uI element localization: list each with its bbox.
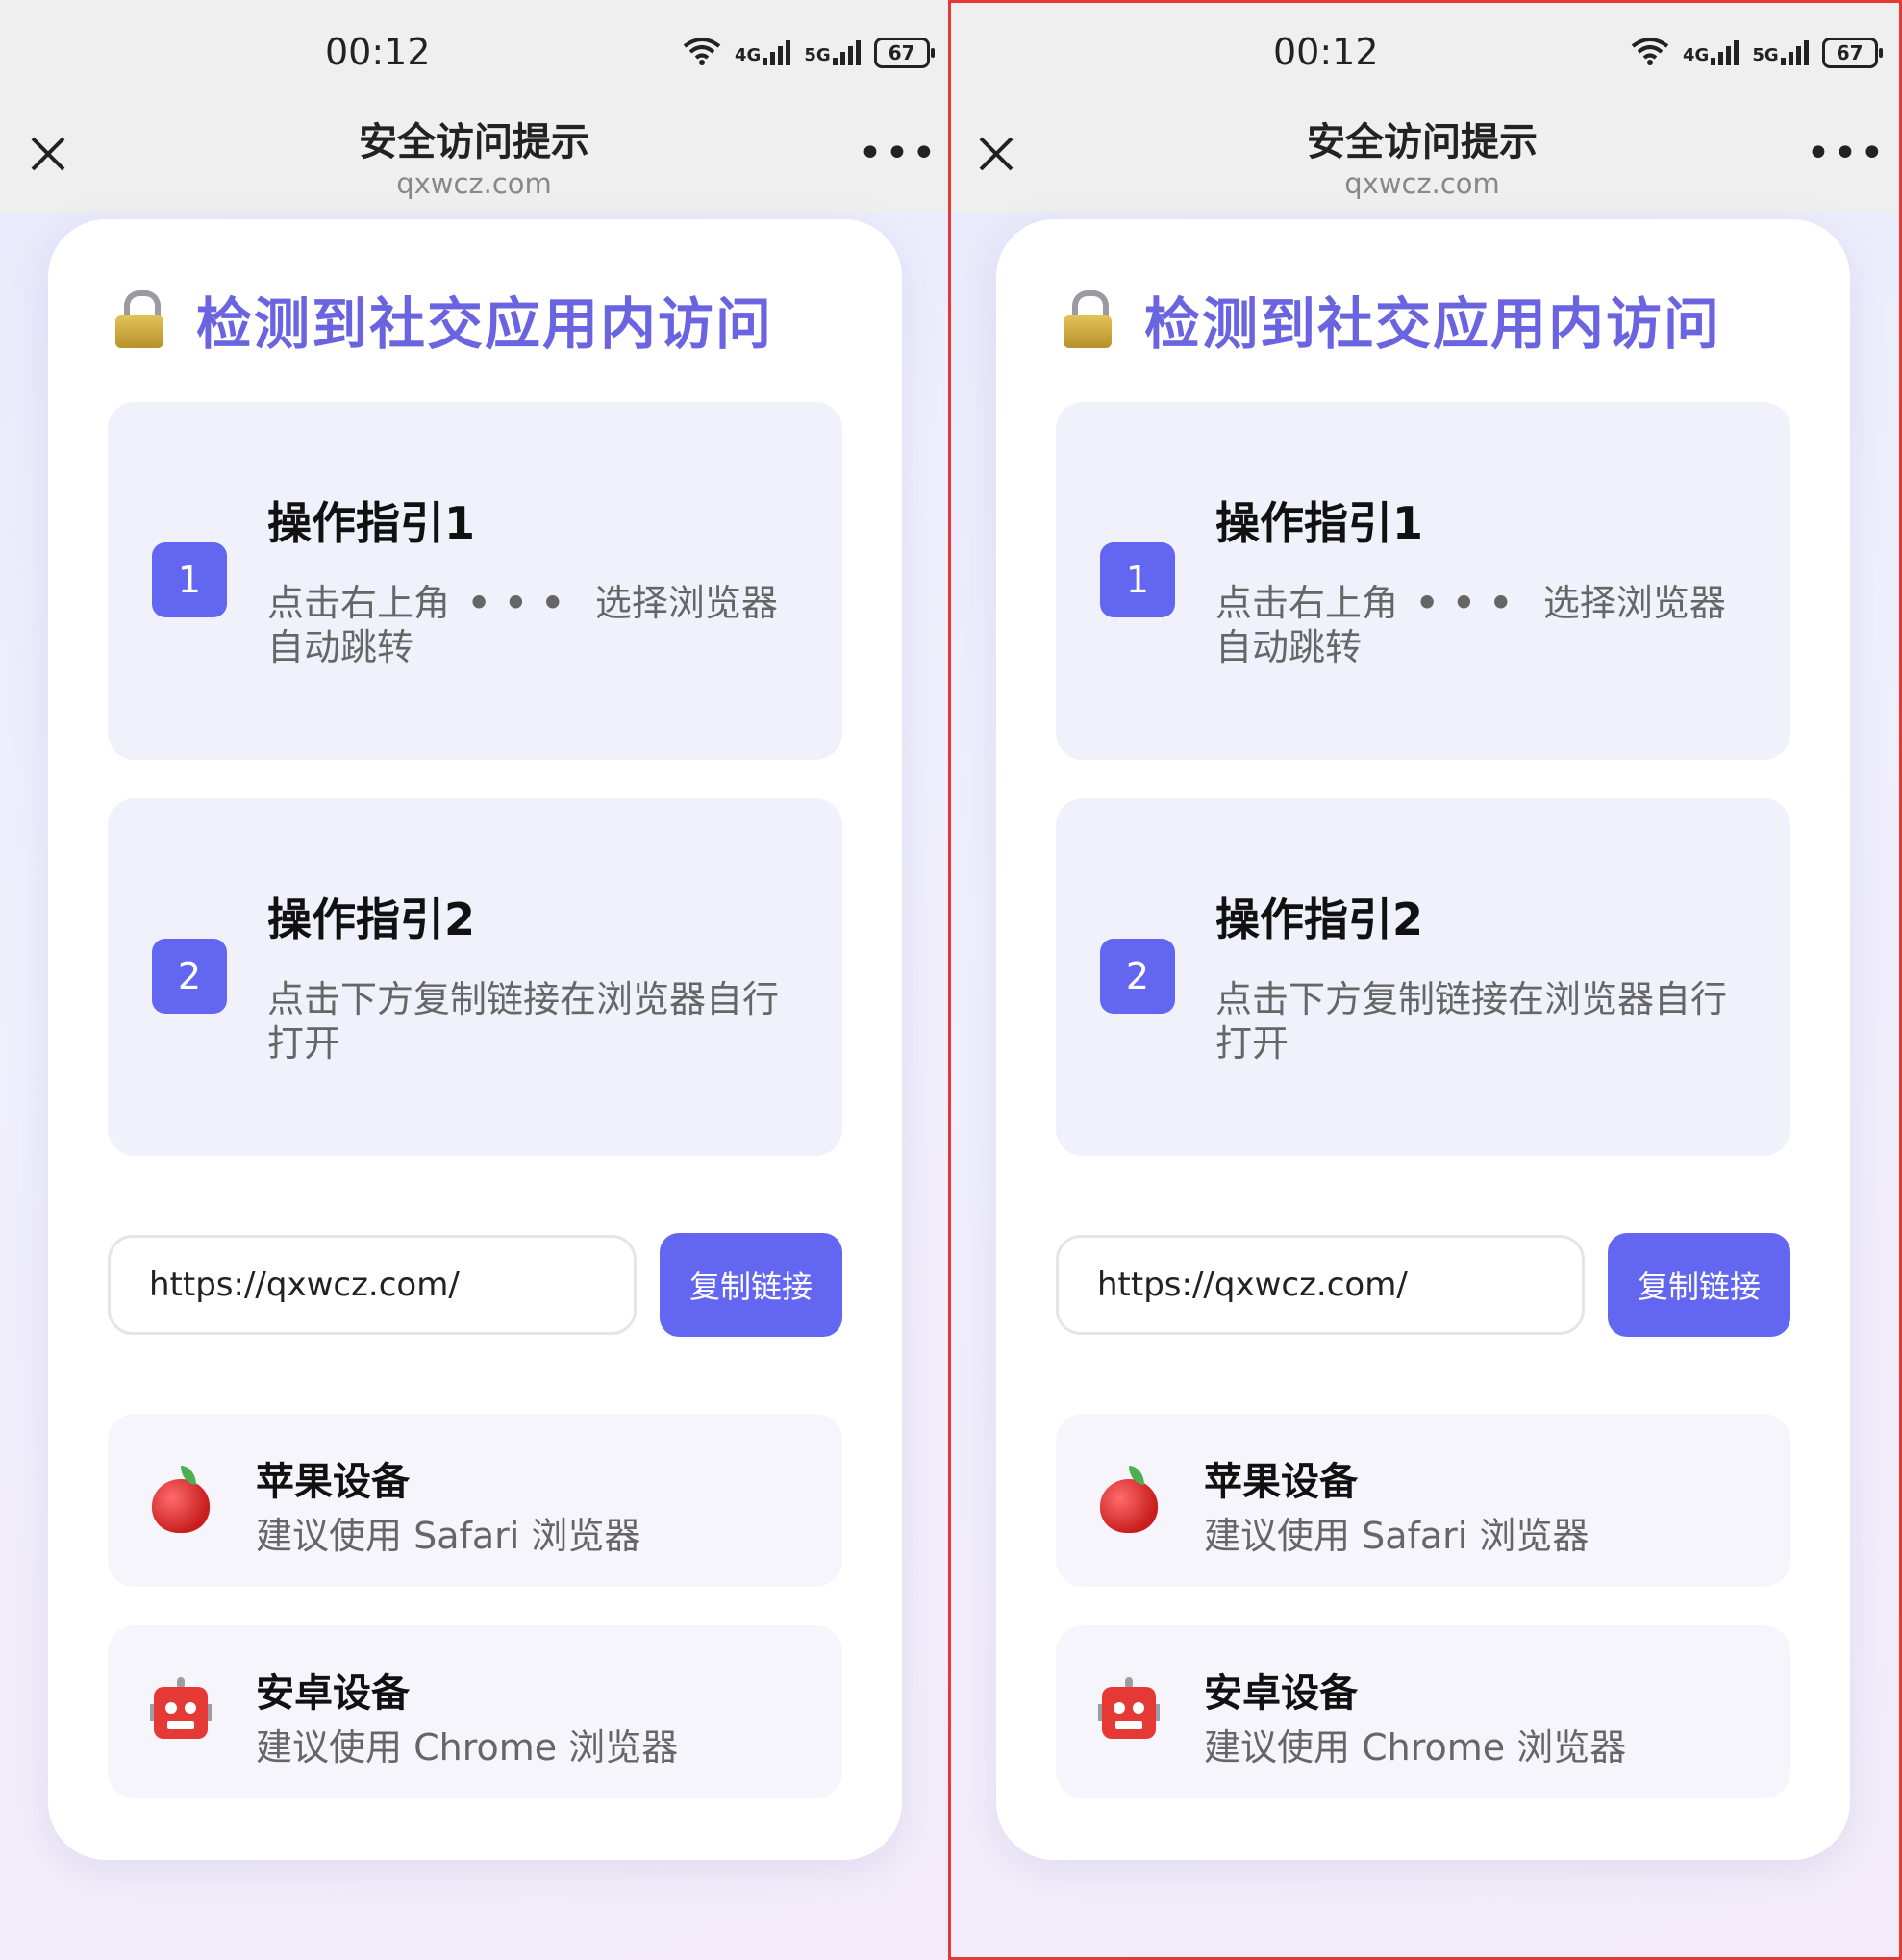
robot-icon [150,1677,212,1746]
step-title: 操作指引2 [267,893,476,945]
device-description: 建议使用 Chrome 浏览器 [1204,1726,1627,1769]
device-card-android: 安卓设备 建议使用 Chrome 浏览器 [1056,1625,1790,1798]
nav-title: 安全访问提示 [1307,120,1538,164]
device-title: 苹果设备 [256,1460,410,1504]
device-card-android: 安卓设备 建议使用 Chrome 浏览器 [108,1625,842,1798]
step-card-2: 2 操作指引2 点击下方复制链接在浏览器自行打开 [1056,798,1790,1156]
status-time: 00:12 [1273,31,1379,73]
device-card-ios: 苹果设备 建议使用 Safari 浏览器 [108,1414,842,1587]
content-card: 检测到社交应用内访问 1 操作指引1 点击右上角 ••• 选择浏览器自动跳转 2 操… [48,219,902,1860]
status-icons: 4G 5G 67 [1631,37,1883,69]
device-title: 苹果设备 [1204,1460,1358,1504]
card-header: 检测到社交应用内访问 [1064,279,1721,360]
wifi-icon [1631,37,1669,69]
device-description: 建议使用 Safari 浏览器 [256,1515,641,1557]
nav-domain: qxwcz.com [1344,167,1500,200]
signal-4g-icon: 4G [1683,40,1739,65]
page-title: 检测到社交应用内访问 [196,291,774,357]
step-number-badge: 1 [1100,542,1175,617]
step-card-1: 1 操作指引1 点击右上角 ••• 选择浏览器自动跳转 [1056,402,1790,760]
lock-icon [115,290,163,348]
device-description: 建议使用 Safari 浏览器 [1204,1515,1589,1557]
step-title: 操作指引1 [267,497,476,549]
status-icons: 4G 5G 67 [683,37,935,69]
step-number-badge: 2 [1100,939,1175,1014]
apple-icon [150,1466,212,1535]
step-card-1: 1 操作指引1 点击右上角 ••• 选择浏览器自动跳转 [108,402,842,760]
more-dots-icon: ••• [467,582,578,624]
more-button[interactable]: ••• [858,133,938,175]
device-title: 安卓设备 [1204,1671,1358,1716]
copy-link-button[interactable]: 复制链接 [660,1233,842,1337]
url-field[interactable]: https://qxwcz.com/ [1056,1235,1585,1335]
device-description: 建议使用 Chrome 浏览器 [256,1726,679,1769]
copy-link-button[interactable]: 复制链接 [1608,1233,1790,1337]
wifi-icon [683,37,721,69]
signal-4g-icon: 4G [735,40,791,65]
content-card: 检测到社交应用内访问 1 操作指引1 点击右上角 ••• 选择浏览器自动跳转 2 操… [996,219,1850,1860]
robot-icon [1098,1677,1160,1746]
top-bar: 00:12 4G 5G 67 安全访问提示 qxwcz.com ••• [0,0,948,213]
screenshot-right: 00:12 4G 5G 67 安全访问提示 qxwcz.com ••• 检测到社… [948,0,1902,1960]
more-dots-icon: ••• [1415,582,1526,624]
apple-icon [1098,1466,1160,1535]
battery-icon: 67 [873,38,935,68]
step-number-badge: 2 [152,939,227,1014]
device-title: 安卓设备 [256,1671,410,1716]
nav-domain: qxwcz.com [396,167,552,200]
step-card-2: 2 操作指引2 点击下方复制链接在浏览器自行打开 [108,798,842,1156]
signal-5g-icon: 5G [804,40,861,65]
step-description: 点击右上角 ••• 选择浏览器自动跳转 [1215,582,1726,668]
more-button[interactable]: ••• [1806,133,1887,175]
lock-icon [1064,290,1112,348]
step-description: 点击下方复制链接在浏览器自行打开 [1215,978,1728,1065]
nav-title: 安全访问提示 [359,120,589,164]
signal-5g-icon: 5G [1752,40,1809,65]
card-header: 检测到社交应用内访问 [115,279,773,360]
url-field[interactable]: https://qxwcz.com/ [108,1235,637,1335]
page-title: 检测到社交应用内访问 [1144,291,1722,357]
step-description: 点击右上角 ••• 选择浏览器自动跳转 [267,582,778,668]
status-time: 00:12 [325,31,431,73]
step-title: 操作指引2 [1215,893,1424,945]
step-title: 操作指引1 [1215,497,1424,549]
top-bar: 00:12 4G 5G 67 安全访问提示 qxwcz.com ••• [948,0,1902,213]
step-description: 点击下方复制链接在浏览器自行打开 [267,978,780,1065]
battery-icon: 67 [1821,38,1883,68]
device-card-ios: 苹果设备 建议使用 Safari 浏览器 [1056,1414,1790,1587]
step-number-badge: 1 [152,542,227,617]
screenshot-left: 00:12 4G 5G 67 安全访问提示 qxwcz.com ••• 检测到社… [0,0,948,1960]
